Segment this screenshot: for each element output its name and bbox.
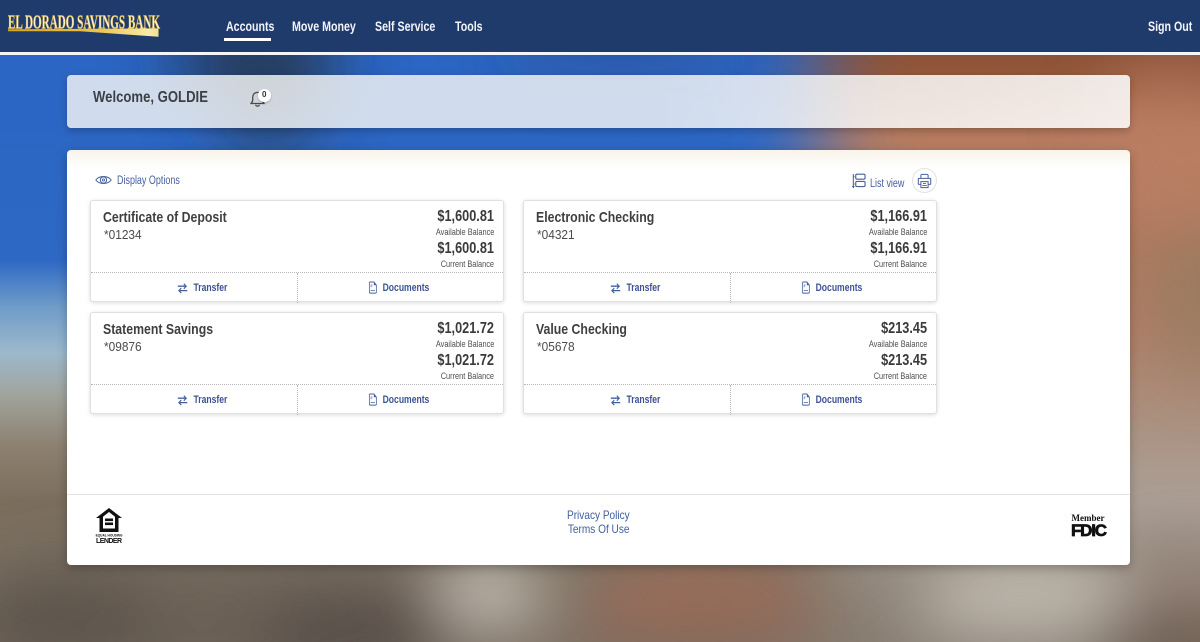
svg-text:LENDER: LENDER (96, 538, 122, 544)
